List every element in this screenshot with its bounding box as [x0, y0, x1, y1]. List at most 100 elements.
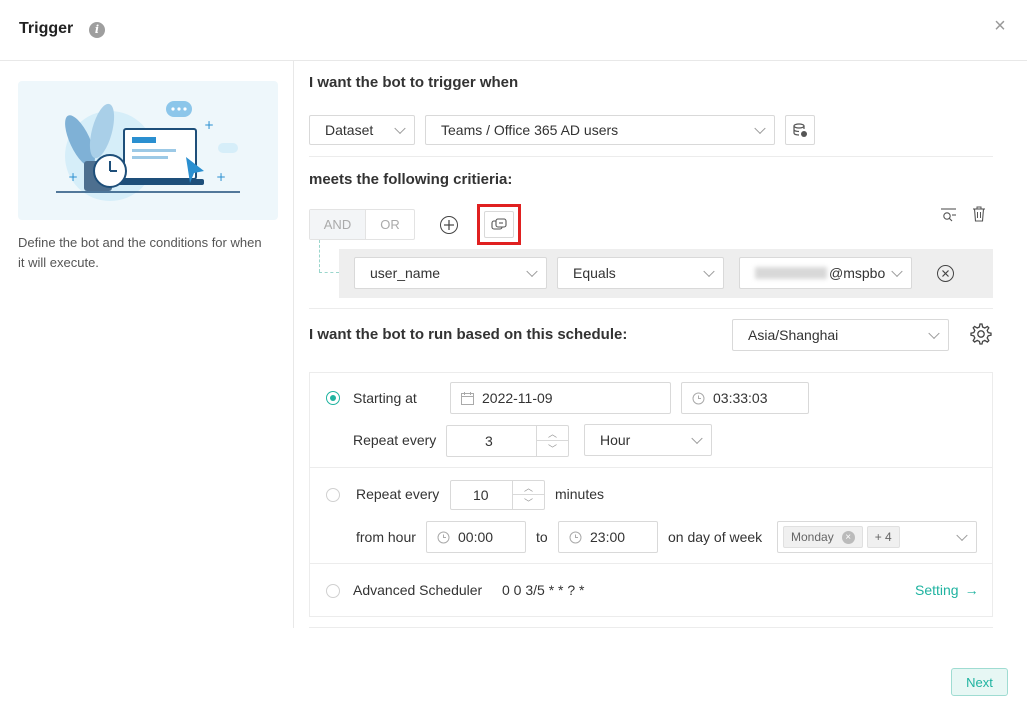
advanced-scheduler-label: Advanced Scheduler	[353, 582, 483, 598]
schedule-radio-advanced[interactable]	[326, 584, 340, 598]
add-condition-icon[interactable]	[440, 216, 458, 234]
operator-value: Equals	[573, 265, 616, 281]
tree-connector	[319, 272, 339, 273]
chevron-up-icon[interactable]: ︿	[537, 426, 568, 441]
option-divider	[310, 467, 992, 468]
arrow-right-icon: →	[964, 582, 979, 598]
gear-icon[interactable]	[969, 322, 993, 346]
start-date-input[interactable]: 2022-11-09	[450, 382, 671, 414]
condition-group-icon	[491, 217, 507, 230]
clock-icon	[437, 531, 450, 543]
to-hour-value: 23:00	[590, 529, 626, 545]
timezone-select[interactable]: Asia/Shanghai	[732, 319, 949, 351]
minutes-label: minutes	[555, 486, 605, 502]
svg-text:+: +	[68, 170, 78, 184]
dataset-value: Teams / Office 365 AD users	[441, 122, 619, 138]
or-toggle[interactable]: OR	[366, 210, 414, 239]
repeat-hours-value: 3	[485, 433, 493, 449]
to-label: to	[536, 529, 548, 545]
from-hour-value: 00:00	[458, 529, 494, 545]
redacted-value	[755, 267, 827, 279]
close-icon[interactable]: ×	[990, 16, 1010, 36]
repeat-minutes-label: Repeat every	[356, 486, 440, 502]
criteria-heading: meets the following critieria:	[309, 171, 513, 188]
bot-illustration: + + +	[18, 81, 278, 220]
tree-connector	[319, 240, 320, 272]
next-button[interactable]: Next	[951, 668, 1008, 696]
repeat-hours-stepper[interactable]: 3 ︿ ﹀	[446, 425, 569, 457]
chevron-down-icon[interactable]: ﹀	[537, 441, 568, 456]
timezone-value: Asia/Shanghai	[748, 327, 839, 343]
source-type-value: Dataset	[325, 122, 374, 138]
bot-description: Define the bot and the conditions for wh…	[18, 235, 262, 270]
chevron-down-icon	[891, 265, 903, 278]
trigger-heading: I want the bot to trigger when	[309, 74, 519, 91]
close-circle-icon	[942, 270, 949, 277]
chevron-down-icon	[703, 265, 715, 278]
header-divider	[0, 60, 1027, 61]
filter-search-icon[interactable]	[940, 207, 958, 223]
starting-at-label: Starting at	[353, 390, 417, 406]
chevron-down-icon[interactable]: ﹀	[513, 495, 544, 509]
option-divider	[310, 563, 992, 564]
database-settings-icon	[793, 123, 807, 137]
value-select[interactable]: @mspbo	[739, 257, 912, 289]
day-tag-label: Monday	[791, 530, 834, 544]
logic-toggle[interactable]: AND OR	[309, 209, 415, 240]
plus-icon	[444, 220, 454, 230]
schedule-radio-start[interactable]	[326, 391, 340, 405]
add-group-button[interactable]	[484, 211, 514, 238]
repeat-minutes-stepper[interactable]: 10 ︿ ﹀	[450, 480, 545, 510]
to-hour-input[interactable]: 23:00	[558, 521, 658, 553]
repeat-unit-select[interactable]: Hour	[584, 424, 712, 456]
schedule-radio-repeat[interactable]	[326, 488, 340, 502]
svg-text:+: +	[216, 170, 226, 184]
calendar-icon	[461, 391, 474, 405]
from-hour-input[interactable]: 00:00	[426, 521, 526, 553]
section-divider	[309, 156, 993, 157]
schedule-heading: I want the bot to run based on this sche…	[309, 326, 628, 343]
section-divider	[309, 308, 993, 309]
stepper-arrows[interactable]: ︿ ﹀	[536, 426, 568, 456]
chevron-down-icon	[526, 265, 538, 278]
svg-text:+: +	[204, 118, 214, 132]
tag-close-icon[interactable]: ×	[841, 530, 855, 544]
dataset-settings-button[interactable]	[785, 115, 815, 145]
start-time-input[interactable]: 03:33:03	[681, 382, 809, 414]
value-suffix: @mspbo	[829, 265, 886, 281]
dialog-title: Trigger	[19, 20, 74, 37]
repeat-unit-value: Hour	[600, 432, 631, 448]
repeat-minutes-value: 10	[473, 487, 489, 503]
from-hour-label: from hour	[356, 529, 416, 545]
chevron-down-icon	[754, 122, 766, 135]
operator-select[interactable]: Equals	[557, 257, 724, 289]
panel-divider	[293, 61, 294, 628]
day-of-week-label: on day of week	[668, 529, 763, 545]
chevron-down-icon	[928, 327, 940, 340]
setting-link[interactable]: Setting →	[915, 582, 979, 598]
section-divider	[309, 627, 993, 628]
chevron-down-icon	[956, 529, 968, 542]
and-toggle[interactable]: AND	[310, 210, 366, 239]
info-icon[interactable]: i	[89, 22, 105, 38]
field-select[interactable]: user_name	[354, 257, 547, 289]
cron-expression: 0 0 3/5 * * ? *	[502, 582, 585, 598]
setting-link-label: Setting	[915, 582, 959, 598]
clock-icon	[569, 531, 582, 543]
field-value: user_name	[370, 265, 441, 281]
chevron-up-icon[interactable]: ︿	[513, 481, 544, 495]
repeat-every-label: Repeat every	[353, 432, 437, 448]
source-type-select[interactable]: Dataset	[309, 115, 415, 145]
day-of-week-select[interactable]: Monday × + 4	[777, 521, 977, 553]
start-time-value: 03:33:03	[713, 390, 768, 406]
more-days-tag: + 4	[866, 526, 900, 548]
trash-icon[interactable]	[972, 206, 986, 222]
chevron-down-icon	[691, 432, 703, 445]
chevron-down-icon	[394, 122, 406, 135]
dataset-select[interactable]: Teams / Office 365 AD users	[425, 115, 775, 145]
stepper-arrows[interactable]: ︿ ﹀	[512, 481, 544, 509]
remove-condition-icon[interactable]	[937, 265, 954, 282]
start-date-value: 2022-11-09	[482, 390, 553, 406]
day-tag: Monday ×	[783, 526, 863, 548]
clock-icon	[692, 392, 705, 404]
